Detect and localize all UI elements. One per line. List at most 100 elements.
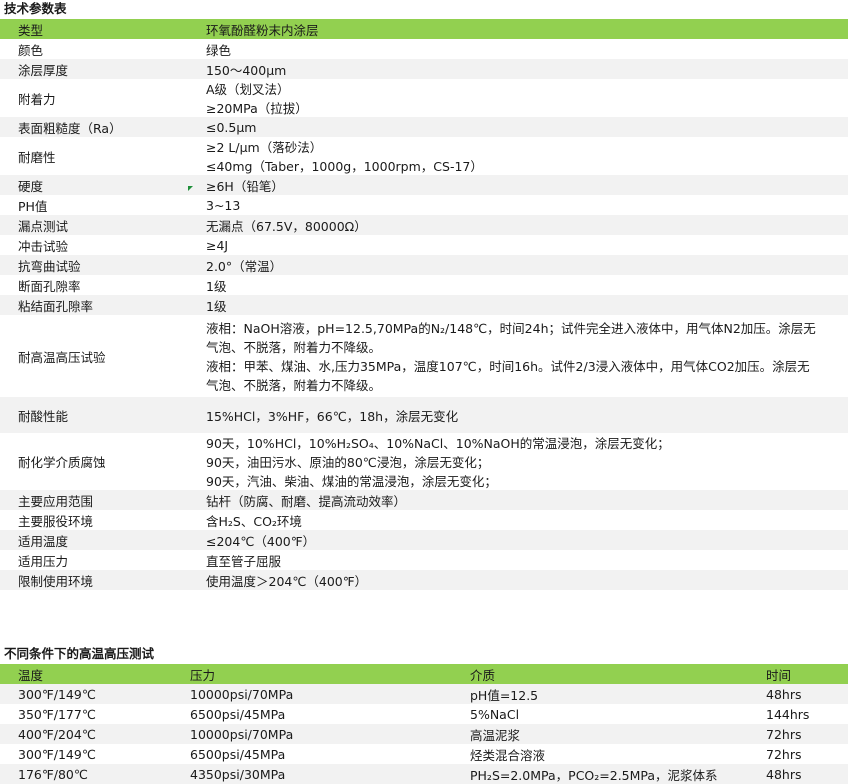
table-row: 耐高温高压试验 液相：NaOH溶液，pH=12.5,70MPa的N₂/148℃，时… <box>0 315 848 397</box>
table-row: 冲击试验 ≥4J <box>0 235 848 255</box>
cell-line: ≤204℃（400℉） <box>206 533 316 549</box>
test-header-row: 温度 压力 介质 时间 <box>0 664 848 684</box>
spec-label: 主要应用范围 <box>0 490 188 510</box>
cell-line: 气泡、不脱落，附着力不降级。 <box>206 378 382 393</box>
spec-label: 涂层厚度 <box>0 59 188 79</box>
spec-table: 类型 环氧酚醛粉末内涂层 颜色 绿色 涂层厚度 150～400μm 附着力 A级（划叉法） ≥2… <box>0 19 848 590</box>
spec-blank <box>746 530 848 550</box>
spec-label: 抗弯曲试验 <box>0 255 188 275</box>
spec-label: 颜色 <box>18 42 44 58</box>
cell-line: 绿色 <box>206 42 232 58</box>
table-row: PH值 3~13 <box>0 195 848 215</box>
table-row: 400℉/204℃ 10000psi/70MPa 高温泥浆 72hrs <box>0 724 848 744</box>
spec-label: 表面粗糙度（Ra） <box>0 117 188 137</box>
spec-value: 15%HCl，3%HF，66℃，18h，涂层无变化 <box>188 397 746 433</box>
test-cell: 6500psi/45MPa <box>190 746 286 762</box>
table-row: 硬度 ≥6H（铅笔） <box>0 175 848 195</box>
test-cell: 72hrs <box>766 746 802 762</box>
spec-header-row: 类型 环氧酚醛粉末内涂层 <box>0 19 848 39</box>
spec-label: 断面孔隙率 <box>18 278 81 294</box>
test-cell: 48hrs <box>748 684 848 704</box>
spec-label: 适用压力 <box>18 553 69 569</box>
test-cell: 300℉/149℃ <box>18 746 96 762</box>
cell-line: 气泡、不脱落，附着力不降级。 <box>206 340 382 355</box>
cell-line: 1级 <box>206 298 227 314</box>
table-row: 粘结面孔隙率 1级 <box>0 295 848 315</box>
table-row: 漏点测试 无漏点（67.5V，80000Ω） <box>0 215 848 235</box>
test-cell: 高温泥浆 <box>452 724 748 744</box>
spec-label: 耐磨性 <box>18 149 56 165</box>
spec-value: 2.0°（常温） <box>188 255 746 275</box>
spec-blank <box>746 295 848 315</box>
spec-blank <box>746 550 848 570</box>
cell-line: ≤40mg（Taber，1000g，1000rpm，CS-17） <box>206 159 483 174</box>
spec-value: ≥4J <box>188 235 746 255</box>
spec-blank <box>746 510 848 530</box>
spec-blank <box>746 195 848 215</box>
spec-label: 耐化学介质腐蚀 <box>18 455 106 470</box>
spec-value: ≤204℃（400℉） <box>188 530 746 550</box>
test-table: 温度 压力 介质 时间 300℉/149℃ 10000psi/70MPa pH值=12.5 4… <box>0 664 848 784</box>
spec-value: 直至管子屈服 <box>188 550 746 570</box>
spec-label: 附着力 <box>18 91 56 107</box>
table-row: 适用压力 直至管子屈服 <box>0 550 848 570</box>
cell-line: ≥4J <box>206 237 229 253</box>
cell-line: 液相：NaOH溶液，pH=12.5,70MPa的N₂/148℃，时间24h；试件… <box>206 321 816 336</box>
table-row: 耐酸性能 15%HCl，3%HF，66℃，18h，涂层无变化 <box>0 397 848 433</box>
cell-line: 1级 <box>206 278 227 294</box>
spec-value: 绿色 <box>188 39 746 59</box>
cell-line: A级（划叉法） <box>206 82 290 97</box>
spec-blank <box>746 79 848 117</box>
section-title-spec: 技术参数表 <box>4 1 67 16</box>
test-header-cell: 时间 <box>748 664 848 684</box>
spec-blank <box>746 397 848 433</box>
cell-line: 钻杆（防腐、耐磨、提高流动效率） <box>206 493 407 509</box>
test-cell: 10000psi/70MPa <box>172 724 452 744</box>
spec-label: 耐酸性能 <box>0 397 188 433</box>
spec-value: 90天，10%HCl，10%H₂SO₄、10%NaCl、10%NaOH的常温浸泡… <box>188 433 848 490</box>
cell-line: ≥2 L/μm（落砂法） <box>206 140 323 155</box>
spec-label: PH值 <box>18 198 48 214</box>
test-cell: 400℉/204℃ <box>0 724 172 744</box>
cell-line: 3~13 <box>206 197 241 213</box>
spec-blank <box>746 275 848 295</box>
spec-value: 1级 <box>188 275 746 295</box>
spec-value: 无漏点（67.5V，80000Ω） <box>188 215 746 235</box>
spec-label: 漏点测试 <box>0 215 188 235</box>
table-row: 耐化学介质腐蚀 90天，10%HCl，10%H₂SO₄、10%NaCl、10%Na… <box>0 433 848 490</box>
table-row: 主要服役环境 含H₂S、CO₂环境 <box>0 510 848 530</box>
test-cell: 72hrs <box>748 724 848 744</box>
table-row: 350℉/177℃ 6500psi/45MPa 5%NaCl 144hrs <box>0 704 848 724</box>
spec-blank <box>746 175 848 195</box>
spec-label: 硬度 <box>0 175 188 195</box>
spec-blank <box>746 215 848 235</box>
test-cell: 300℉/149℃ <box>0 684 172 704</box>
spec-value: ≥2 L/μm（落砂法） ≤40mg（Taber，1000g，1000rpm，CS… <box>188 137 746 175</box>
cell-line: 90天，汽油、柴油、煤油的常温浸泡，涂层无变化； <box>206 474 497 489</box>
cell-line: 90天，10%HCl，10%H₂SO₄、10%NaCl、10%NaOH的常温浸泡… <box>206 436 670 451</box>
spec-value: 1级 <box>188 295 746 315</box>
spec-value: 3~13 <box>188 195 746 215</box>
comment-marker-icon <box>188 186 193 191</box>
test-cell: 4350psi/30MPa <box>172 764 452 784</box>
table-row: 附着力 A级（划叉法） ≥20MPa（拉拔） <box>0 79 848 117</box>
table-row: 颜色 绿色 <box>0 39 848 59</box>
section-title-test: 不同条件下的高温高压测试 <box>4 646 155 661</box>
spec-label: 适用温度 <box>0 530 188 550</box>
table-row: 抗弯曲试验 2.0°（常温） <box>0 255 848 275</box>
test-cell: 176℉/80℃ <box>0 764 172 784</box>
spec-blank <box>746 117 848 137</box>
spec-value: 含H₂S、CO₂环境 <box>188 510 746 530</box>
table-row: 耐磨性 ≥2 L/μm（落砂法） ≤40mg（Taber，1000g，1000rpm… <box>0 137 848 175</box>
test-cell: 144hrs <box>766 706 810 722</box>
spec-value: 钻杆（防腐、耐磨、提高流动效率） <box>188 490 746 510</box>
cell-line: ≥6H（铅笔） <box>206 178 284 194</box>
cell-line: 2.0°（常温） <box>206 258 283 274</box>
spec-blank <box>746 570 848 590</box>
spec-blank <box>746 137 848 175</box>
test-cell: pH值=12.5 <box>452 684 748 704</box>
spec-value: A级（划叉法） ≥20MPa（拉拔） <box>188 79 746 117</box>
table-row: 表面粗糙度（Ra） ≤0.5μm <box>0 117 848 137</box>
cell-line: 15%HCl，3%HF，66℃，18h，涂层无变化 <box>206 408 459 424</box>
test-cell: 5%NaCl <box>470 706 520 722</box>
